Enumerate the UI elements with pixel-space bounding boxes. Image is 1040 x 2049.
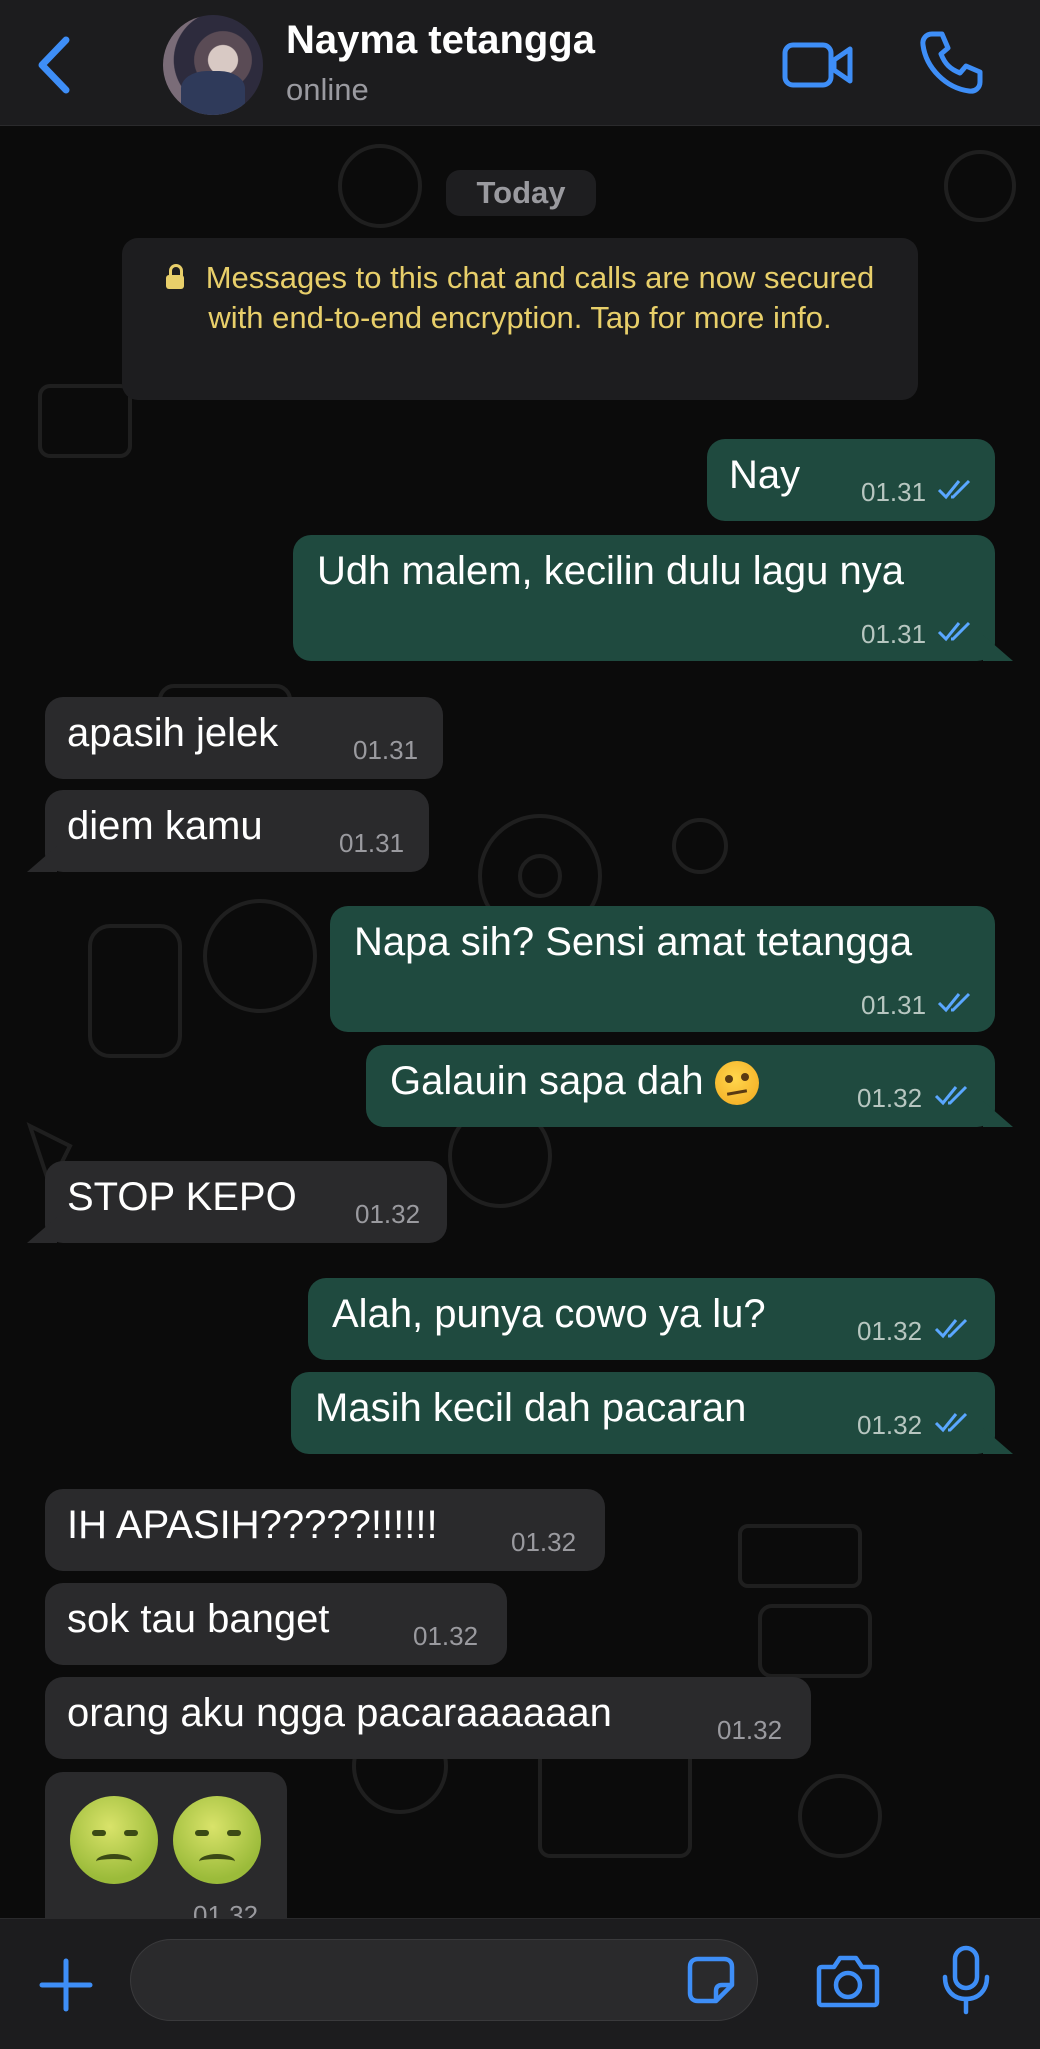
- message-time: 01.32: [857, 1316, 923, 1346]
- plus-icon[interactable]: [38, 1957, 94, 2013]
- message-time: 01.31: [861, 477, 927, 507]
- message-text: Udh malem, kecilin dulu lagu nya: [317, 549, 904, 593]
- nauseated-face-emoji-icon: [173, 1796, 261, 1884]
- chat-header: Nayma tetangga online: [0, 0, 1040, 126]
- message-bubble-incoming[interactable]: STOP KEPO 01.32: [27, 1161, 447, 1243]
- message-bubble-outgoing[interactable]: Napa sih? Sensi amat tetangga 01.31: [330, 906, 995, 1032]
- message-time: 01.31: [353, 735, 419, 765]
- double-check-icon: [937, 992, 971, 1013]
- double-check-icon: [934, 1318, 968, 1339]
- message-text: Alah, punya cowo ya lu?: [332, 1292, 766, 1336]
- message-time: 01.32: [857, 1410, 923, 1440]
- contact-name[interactable]: Nayma tetangga: [286, 18, 595, 63]
- message-bubble-outgoing[interactable]: Alah, punya cowo ya lu? 01.32: [308, 1278, 995, 1360]
- message-text: Galauin sapa dah: [390, 1059, 759, 1106]
- message-bubble-outgoing[interactable]: Nay 01.31: [707, 439, 995, 521]
- lock-icon: [165, 264, 184, 289]
- date-separator: Today: [446, 170, 596, 216]
- encryption-notice-text: Messages to this chat and calls are now …: [205, 260, 875, 335]
- message-time: 01.31: [339, 828, 405, 858]
- message-text-content: Galauin sapa dah: [390, 1059, 704, 1103]
- message-bubble-incoming[interactable]: orang aku ngga pacaraaaaaan 01.32: [45, 1677, 811, 1759]
- message-time: 01.32: [511, 1527, 577, 1557]
- message-text: apasih jelek: [67, 711, 279, 755]
- message-bubble-outgoing[interactable]: Masih kecil dah pacaran 01.32: [291, 1372, 1013, 1454]
- message-bubble-outgoing[interactable]: Galauin sapa dah 01.32: [366, 1045, 1013, 1127]
- encryption-notice[interactable]: Messages to this chat and calls are now …: [122, 238, 918, 400]
- message-text: Nay: [729, 453, 801, 497]
- message-time: 01.32: [857, 1083, 923, 1113]
- message-text: IH APASIH?????!!!!!!: [67, 1503, 438, 1547]
- message-bubble-incoming[interactable]: apasih jelek 01.31: [45, 697, 443, 779]
- message-bubble-outgoing[interactable]: Udh malem, kecilin dulu lagu nya 01.31: [293, 535, 1013, 661]
- camera-icon[interactable]: [816, 1953, 880, 2009]
- raised-eyebrow-emoji-icon: [714, 1061, 759, 1106]
- message-bubble-incoming[interactable]: 01.32: [45, 1772, 287, 1918]
- message-time: 01.32: [717, 1715, 783, 1745]
- double-check-icon: [934, 1412, 968, 1433]
- double-check-icon: [934, 1085, 968, 1106]
- video-call-icon[interactable]: [782, 40, 854, 90]
- message-text: Napa sih? Sensi amat tetangga: [354, 920, 913, 964]
- double-check-icon: [937, 621, 971, 642]
- message-bubble-incoming[interactable]: sok tau banget 01.32: [45, 1583, 507, 1665]
- message-input[interactable]: [130, 1939, 758, 2021]
- message-text: sok tau banget: [67, 1597, 330, 1641]
- message-time: 01.32: [413, 1621, 479, 1651]
- message-text: Masih kecil dah pacaran: [315, 1386, 747, 1430]
- phone-icon[interactable]: [918, 30, 984, 96]
- chat-area[interactable]: Today Messages to this chat and calls ar…: [0, 126, 1040, 1918]
- message-time: 01.32: [193, 1900, 259, 1918]
- message-time: 01.31: [861, 990, 927, 1020]
- message-bubble-incoming[interactable]: IH APASIH?????!!!!!! 01.32: [45, 1489, 605, 1571]
- double-check-icon: [937, 479, 971, 500]
- message-time: 01.31: [861, 619, 927, 649]
- back-chevron-icon[interactable]: [30, 30, 78, 100]
- contact-status: online: [286, 72, 369, 107]
- message-bubble-incoming[interactable]: diem kamu 01.31: [27, 790, 429, 872]
- message-time: 01.32: [355, 1199, 421, 1229]
- microphone-icon[interactable]: [940, 1945, 992, 2015]
- message-text: orang aku ngga pacaraaaaaan: [67, 1691, 612, 1735]
- avatar[interactable]: [163, 15, 263, 115]
- composer-bar: [0, 1918, 1040, 2049]
- sticker-icon[interactable]: [686, 1955, 736, 2005]
- nauseated-face-emoji-icon: [70, 1796, 158, 1884]
- message-text: STOP KEPO: [67, 1175, 297, 1219]
- message-text: diem kamu: [67, 804, 263, 848]
